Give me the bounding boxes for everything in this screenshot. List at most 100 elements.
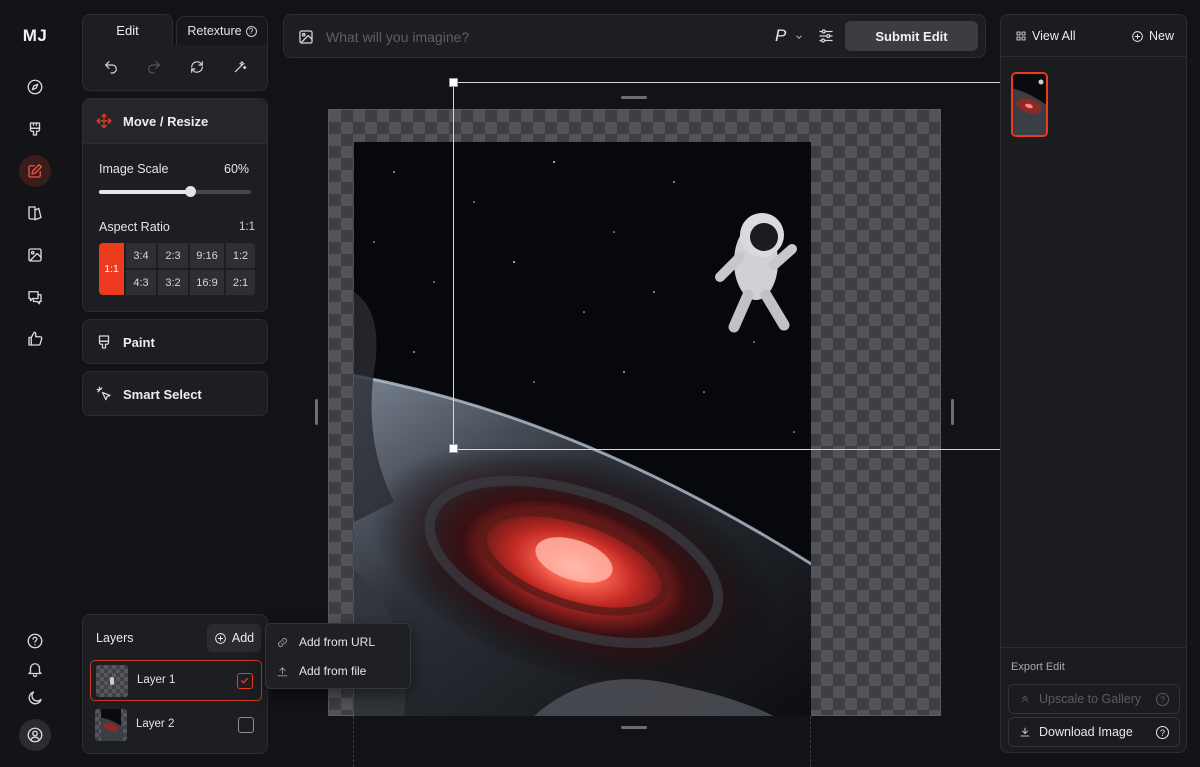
divider [1001,647,1186,648]
left-rail: MJ [0,0,70,767]
move-resize-title[interactable]: Move / Resize [95,112,208,130]
download-image-button[interactable]: Download Image ? [1008,717,1180,747]
add-from-file-item[interactable]: Add from file [276,664,366,678]
chevron-down-icon[interactable] [794,32,804,42]
ratio-option[interactable]: 1:2 [226,243,255,268]
help-icon[interactable]: ? [245,25,257,37]
layer-name: Layer 1 [137,674,176,686]
grid-icon [1016,31,1026,41]
account-icon[interactable] [19,719,51,751]
check-icon [240,677,249,684]
download-label: Download Image [1039,725,1133,739]
selection-guide-top [454,82,1000,83]
paint-brush-icon [98,335,110,349]
layer-item[interactable]: Layer 1 [90,660,262,701]
thumbnail-artwork [1013,74,1046,135]
image-scale-slider[interactable] [99,186,251,197]
smart-select-title[interactable]: Smart Select [95,385,202,403]
ratio-option[interactable]: 16:9 [190,270,224,295]
new-button[interactable]: New [1131,29,1174,43]
resize-handle-top[interactable] [621,96,647,99]
layer-thumbnail [95,709,127,741]
edit-icon[interactable] [19,155,51,187]
settings-sliders-icon[interactable] [817,27,835,45]
add-from-file-label: Add from file [299,664,367,678]
tab-retexture[interactable]: Retexture ? [176,16,268,46]
ratio-option[interactable]: 2:1 [226,270,255,295]
layer-checkbox[interactable] [238,717,254,733]
style-icon[interactable] [19,197,51,229]
new-label: New [1149,29,1175,43]
move-resize-label: Move / Resize [123,113,209,129]
ratio-option[interactable]: 4:3 [126,270,156,295]
chat-icon[interactable] [19,281,51,313]
mode-selector[interactable]: P [775,26,786,46]
right-panel: View All New Export Edit Upscale to Gall… [1000,14,1187,753]
add-layer-label: Add [231,631,255,645]
resize-handle-left[interactable] [315,399,318,425]
smart-select-label: Smart Select [123,386,202,402]
paint-brush-icon[interactable] [19,113,51,145]
history-thumbnail[interactable] [1011,72,1048,137]
selection-guide-left [453,82,454,449]
submit-edit-button[interactable]: Submit Edit [845,21,978,51]
layer-thumbnail [96,665,128,697]
thumbs-up-icon[interactable] [19,323,51,355]
prompt-input[interactable]: What will you imagine? [326,29,469,45]
upload-icon [277,666,288,676]
image-icon[interactable] [297,28,315,46]
layer-item[interactable]: Layer 2 [90,705,262,746]
move-icon [96,113,112,129]
image-scale-label: Image Scale [99,162,169,176]
link-icon [278,637,287,647]
logo[interactable]: MJ [14,26,56,46]
ratio-option-active[interactable]: 1:1 [99,243,124,295]
upscale-to-gallery-button[interactable]: Upscale to Gallery ? [1008,684,1180,714]
view-all-button[interactable]: View All [1015,29,1076,43]
selection-corner-handle[interactable] [449,444,458,453]
moon-icon[interactable] [19,682,51,714]
view-all-label: View All [1032,29,1076,43]
aspect-ratio-label: Aspect Ratio [99,220,170,234]
layer-name: Layer 2 [136,718,175,730]
help-icon[interactable]: ? [1156,726,1169,739]
paint-title[interactable]: Paint [95,333,155,351]
resize-handle-right[interactable] [951,399,954,425]
help-icon[interactable]: ? [1156,693,1169,706]
space-artwork [354,142,811,716]
resize-handle-bottom[interactable] [621,726,647,729]
layers-panel: Layers Add Layer 1 Layer 2 [82,614,268,754]
tab-edit-label: Edit [116,23,139,38]
slider-fill [99,190,191,194]
reset-icon[interactable] [189,59,207,77]
plus-circle-icon [1132,30,1143,42]
upscale-icon [1021,695,1029,703]
magic-wand-icon[interactable] [232,59,250,77]
selection-corner-handle[interactable] [449,78,458,87]
plus-circle-icon [215,632,226,644]
paint-label: Paint [123,334,155,350]
cursor-sparkle-icon [96,386,111,401]
guide-line [353,716,354,767]
upscale-label: Upscale to Gallery [1039,692,1142,706]
redo-icon[interactable] [146,59,164,77]
download-icon [1020,727,1030,737]
add-from-url-item[interactable]: Add from URL [276,635,375,649]
aspect-ratio-value: 1:1 [239,221,255,233]
explore-icon[interactable] [19,71,51,103]
canvas-image[interactable] [354,142,811,716]
selection-guide-bottom [454,449,1000,450]
ratio-option[interactable]: 9:16 [190,243,224,268]
aspect-ratio-grid: 1:1 3:4 2:3 9:16 1:2 4:3 3:2 16:9 2:1 [99,243,255,295]
tab-edit[interactable]: Edit [82,14,173,46]
layers-title: Layers [96,631,134,645]
ratio-option[interactable]: 3:4 [126,243,156,268]
layer-checkbox[interactable] [237,673,253,689]
ratio-option[interactable]: 2:3 [158,243,188,268]
bell-icon[interactable] [19,653,51,685]
image-icon[interactable] [19,239,51,271]
tab-retexture-label: Retexture [187,24,242,38]
undo-icon[interactable] [103,59,121,77]
add-layer-button[interactable]: Add [207,624,261,652]
ratio-option[interactable]: 3:2 [158,270,188,295]
